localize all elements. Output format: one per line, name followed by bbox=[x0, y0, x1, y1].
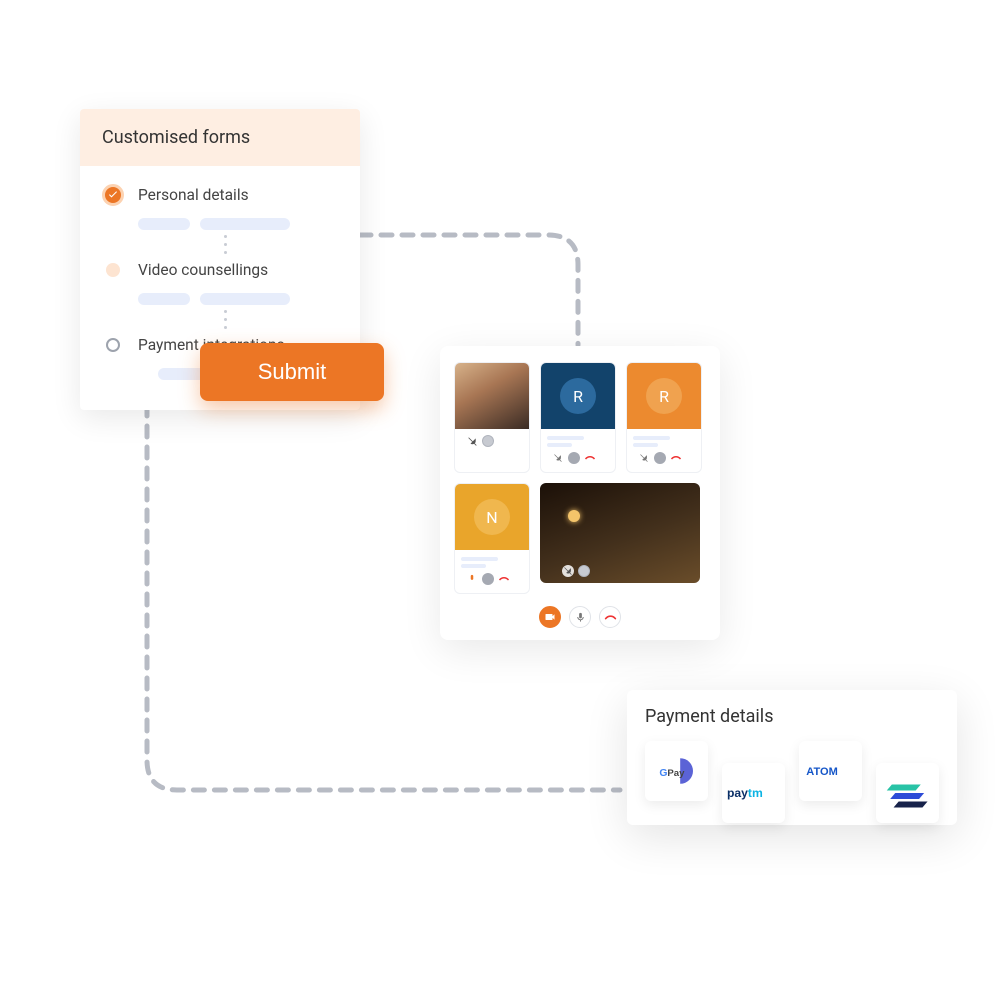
payment-card-title: Payment details bbox=[645, 706, 939, 727]
mic-active-icon bbox=[466, 573, 478, 585]
placeholder-row bbox=[138, 218, 338, 230]
step-personal-details: Personal details bbox=[102, 184, 338, 206]
mic-muted-icon bbox=[562, 565, 574, 577]
svg-text:G: G bbox=[659, 768, 667, 779]
forms-card-title: Customised forms bbox=[80, 109, 360, 166]
paytm-logo[interactable]: paytm bbox=[722, 763, 785, 823]
status-dot-icon bbox=[578, 565, 590, 577]
avatar: R bbox=[560, 378, 596, 414]
participant-tile-large[interactable] bbox=[540, 483, 700, 583]
avatar: R bbox=[646, 378, 682, 414]
end-call-button[interactable] bbox=[599, 606, 621, 628]
camera-toggle-button[interactable] bbox=[539, 606, 561, 628]
participant-tile[interactable] bbox=[454, 362, 530, 473]
step-label: Personal details bbox=[138, 184, 249, 204]
participant-tile[interactable]: N bbox=[454, 483, 530, 594]
submit-button[interactable]: Submit bbox=[200, 343, 384, 401]
status-dot-icon bbox=[482, 435, 494, 447]
easebuzz-logo[interactable] bbox=[876, 763, 939, 823]
avatar: N bbox=[474, 499, 510, 535]
participant-tile[interactable]: R bbox=[540, 362, 616, 473]
video-call-panel: R R bbox=[440, 346, 720, 640]
step-video-counsellings: Video counsellings bbox=[102, 259, 338, 281]
svg-text:Pay: Pay bbox=[667, 768, 685, 779]
step-pending-icon bbox=[106, 338, 120, 352]
call-controls bbox=[454, 606, 706, 628]
hangup-icon[interactable] bbox=[584, 452, 596, 464]
svg-text:ATOM: ATOM bbox=[806, 766, 837, 778]
mic-toggle-button[interactable] bbox=[569, 606, 591, 628]
participant-tile[interactable]: R bbox=[626, 362, 702, 473]
atom-logo[interactable]: ATOM bbox=[799, 741, 862, 801]
step-current-icon bbox=[106, 263, 120, 277]
hangup-icon[interactable] bbox=[498, 573, 510, 585]
step-done-icon bbox=[102, 184, 124, 206]
status-dot-icon bbox=[654, 452, 666, 464]
hangup-icon[interactable] bbox=[670, 452, 682, 464]
gpay-logo[interactable]: G Pay bbox=[645, 741, 708, 801]
svg-text:paytm: paytm bbox=[727, 786, 763, 800]
mic-muted-icon bbox=[638, 452, 650, 464]
step-label: Video counsellings bbox=[138, 259, 268, 279]
status-dot-icon bbox=[482, 573, 494, 585]
mic-muted-icon bbox=[466, 435, 478, 447]
light-icon bbox=[568, 510, 580, 522]
status-dot-icon bbox=[568, 452, 580, 464]
payment-details-card: Payment details G Pay paytm bbox=[627, 690, 957, 825]
mic-muted-icon bbox=[552, 452, 564, 464]
placeholder-row bbox=[138, 293, 338, 305]
